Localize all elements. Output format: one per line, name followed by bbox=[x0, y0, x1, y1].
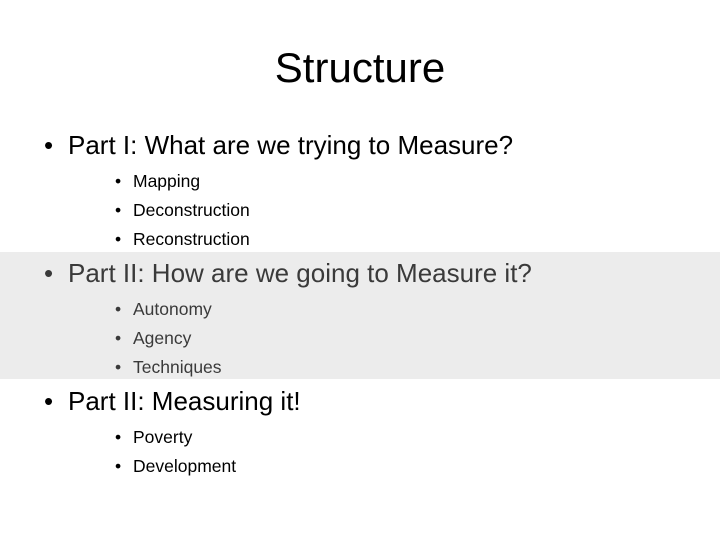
list-item-label: Techniques bbox=[133, 357, 222, 377]
outline-heading-3-label: Part II: Measuring it! bbox=[68, 386, 301, 416]
outline-heading-2[interactable]: • Part II: How are we going to Measure i… bbox=[0, 256, 720, 290]
list-item-label: Development bbox=[133, 456, 237, 476]
bullet-icon: • bbox=[115, 171, 122, 191]
list-item[interactable]: • Agency bbox=[0, 324, 720, 353]
outline-sublist-2: • Autonomy • Agency • Techniques bbox=[0, 295, 720, 382]
list-item[interactable]: • Techniques bbox=[0, 353, 720, 382]
outline-heading-1[interactable]: • Part I: What are we trying to Measure? bbox=[0, 128, 720, 162]
page-title: Structure bbox=[274, 44, 446, 91]
outline-heading-1-label: Part I: What are we trying to Measure? bbox=[68, 130, 514, 160]
outline-sublist-3: • Poverty • Development bbox=[0, 423, 720, 481]
outline-section-3: • Part II: Measuring it! • Poverty • Dev… bbox=[0, 384, 720, 481]
outline-section-1: • Part I: What are we trying to Measure?… bbox=[0, 128, 720, 254]
list-item-label: Autonomy bbox=[133, 299, 212, 319]
outline-section-2: • Part II: How are we going to Measure i… bbox=[0, 256, 720, 382]
bullet-icon: • bbox=[115, 357, 122, 377]
list-item[interactable]: • Deconstruction bbox=[0, 196, 720, 225]
outline-heading-2-label: Part II: How are we going to Measure it? bbox=[68, 258, 532, 288]
bullet-icon: • bbox=[44, 386, 54, 416]
bullet-icon: • bbox=[115, 200, 122, 220]
bullet-icon: • bbox=[44, 258, 54, 288]
bullet-icon: • bbox=[115, 456, 122, 476]
presentation-slide: Structure • Part I: What are we trying t… bbox=[0, 0, 720, 540]
outline-sublist-1: • Mapping • Deconstruction • Reconstruct… bbox=[0, 167, 720, 254]
outline-heading-3[interactable]: • Part II: Measuring it! bbox=[0, 384, 720, 418]
list-item[interactable]: • Poverty bbox=[0, 423, 720, 452]
list-item-label: Deconstruction bbox=[133, 200, 250, 220]
list-item[interactable]: • Development bbox=[0, 452, 720, 481]
list-item-label: Mapping bbox=[133, 171, 201, 191]
bullet-icon: • bbox=[115, 427, 122, 447]
bullet-icon: • bbox=[115, 299, 122, 319]
list-item-label: Agency bbox=[133, 328, 192, 348]
list-item[interactable]: • Reconstruction bbox=[0, 225, 720, 254]
list-item-label: Poverty bbox=[133, 427, 193, 447]
bullet-icon: • bbox=[115, 328, 122, 348]
bullet-icon: • bbox=[44, 130, 54, 160]
list-item[interactable]: • Mapping bbox=[0, 167, 720, 196]
list-item-label: Reconstruction bbox=[133, 229, 250, 249]
bullet-icon: • bbox=[115, 229, 122, 249]
list-item[interactable]: • Autonomy bbox=[0, 295, 720, 324]
